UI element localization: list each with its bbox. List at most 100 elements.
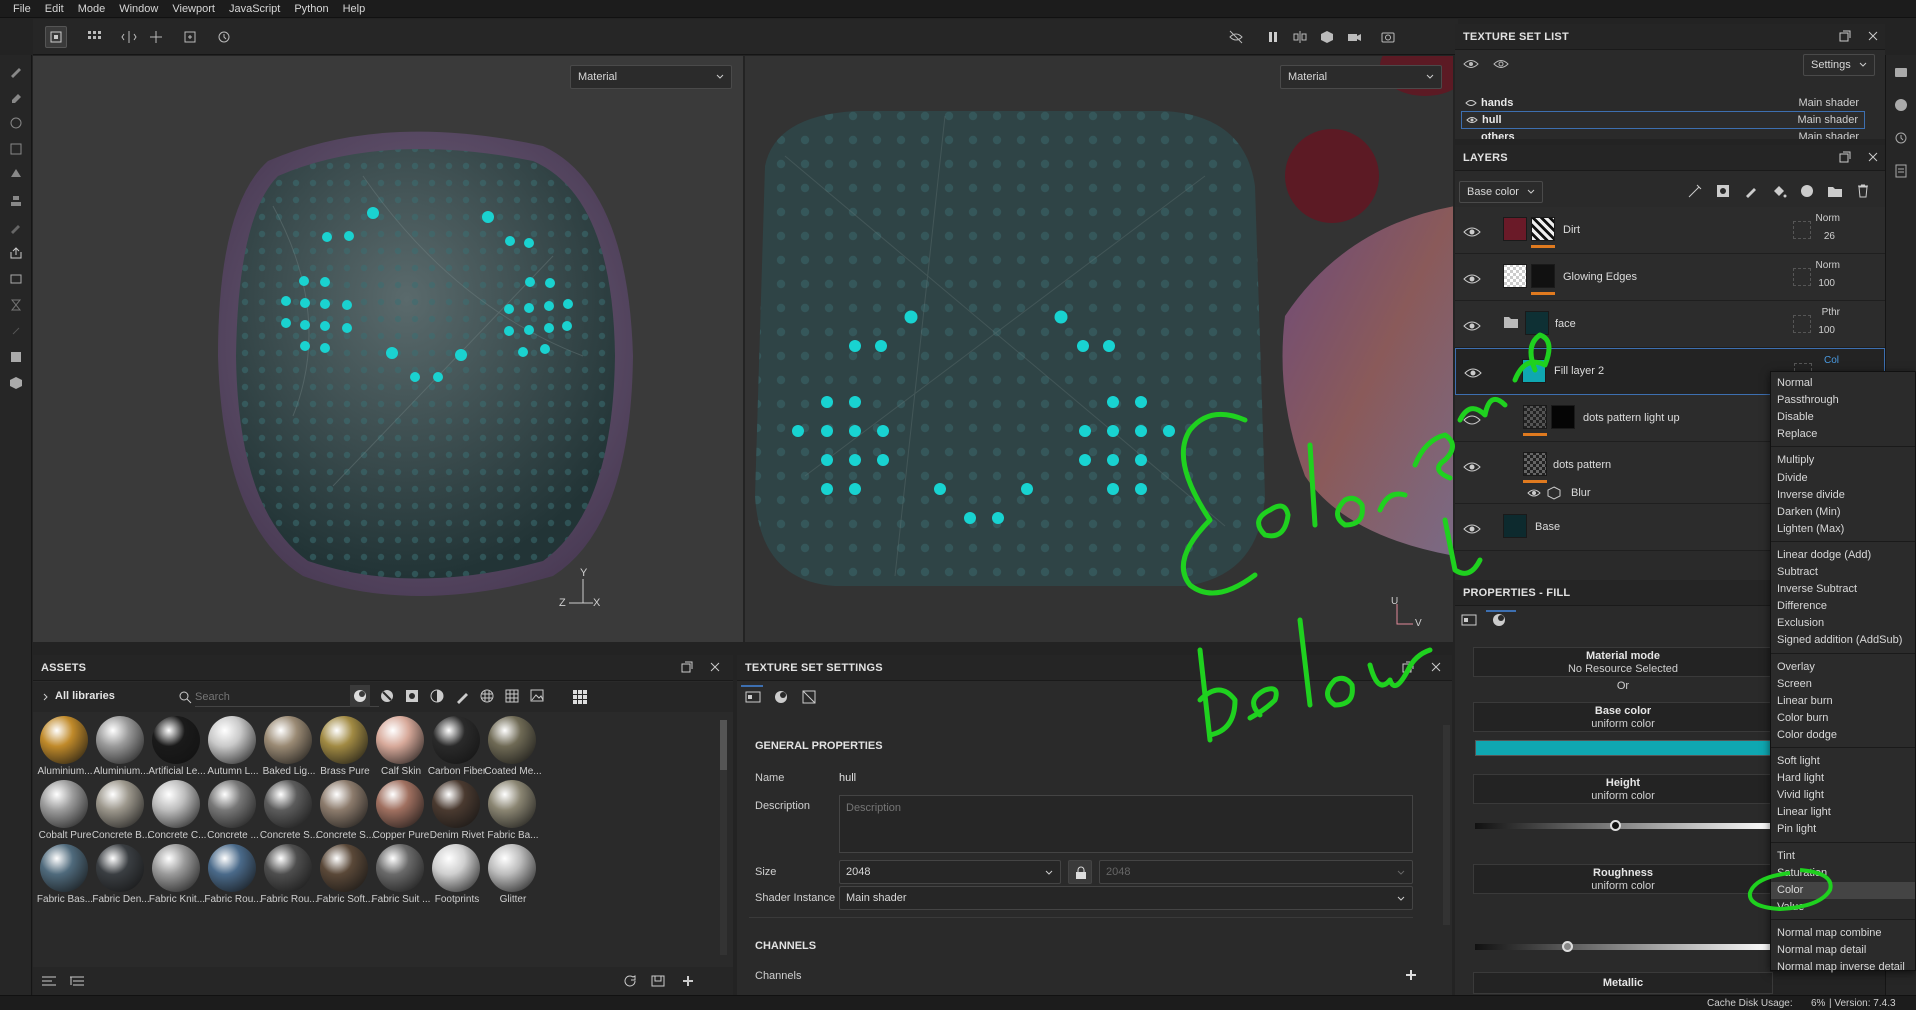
float-panel-icon[interactable] [1839,151,1851,163]
asset-item[interactable]: Denim Rivet [429,779,485,841]
shader-tab-icon[interactable] [773,689,789,705]
display-settings-icon[interactable] [6,347,26,367]
layer-blend-mode[interactable]: Norm [1816,260,1840,271]
blend-mode-option[interactable]: Linear light [1771,804,1915,821]
hourglass-icon[interactable] [6,295,26,315]
align-icon[interactable] [145,26,167,48]
history-panel-icon[interactable] [1891,128,1911,148]
pause-icon[interactable] [1262,26,1284,48]
layer-opacity[interactable]: 100 [1818,325,1835,336]
eye-icon[interactable] [1463,272,1481,286]
asset-item[interactable]: Calf Skin [373,715,429,777]
menu-file[interactable]: File [6,0,38,18]
add-effect-icon[interactable] [1687,183,1703,199]
blend-mode-option[interactable]: Screen [1771,676,1915,693]
asset-item[interactable]: Carbon Fiber [428,715,486,777]
masks-filter-icon[interactable] [404,685,420,707]
blend-mode-option[interactable]: Inverse Subtract [1771,581,1915,598]
asset-item[interactable]: Fabric Knit... [149,843,205,905]
blend-mode-option[interactable]: Linear dodge (Add) [1771,547,1915,564]
menu-edit[interactable]: Edit [38,0,71,18]
asset-item[interactable]: Autumn L... [205,715,261,777]
float-panel-icon[interactable] [1839,30,1851,42]
add-folder-icon[interactable] [1827,183,1843,199]
blend-mode-option[interactable]: Inverse divide [1771,487,1915,504]
tree-view-icon[interactable] [69,974,85,988]
asset-item[interactable]: Brass Pure [317,715,373,777]
asset-item[interactable]: Footprints [429,843,485,905]
grid-icon[interactable] [83,26,105,48]
uv-tab-icon[interactable] [801,689,817,705]
blend-mode-option[interactable]: Exclusion [1771,615,1915,632]
camera-icon[interactable] [1343,26,1365,48]
add-icon[interactable] [681,974,695,988]
hide-icon[interactable] [1225,26,1247,48]
add-channel-icon[interactable] [1405,969,1417,981]
asset-item[interactable]: Fabric Bas... [37,843,93,905]
asset-item[interactable]: Cobalt Pure [37,779,93,841]
asset-item[interactable]: Fabric Rou... [204,843,262,905]
bake-icon[interactable] [6,269,26,289]
menu-window[interactable]: Window [112,0,165,18]
size-select[interactable]: 2048 [839,860,1061,884]
blend-mode-option[interactable]: Multiply [1771,452,1915,469]
materials-filter-icon[interactable] [350,685,370,707]
close-icon[interactable] [1867,151,1879,163]
close-icon[interactable] [709,661,721,673]
asset-item[interactable]: Fabric Den... [92,843,150,905]
blend-mode-option[interactable]: Signed addition (AddSub) [1771,632,1915,649]
layer-blend-mode[interactable]: Norm [1816,213,1840,224]
blend-mode-option[interactable]: Overlay [1771,659,1915,676]
asset-item[interactable]: Fabric Ba... [485,779,541,841]
menu-python[interactable]: Python [287,0,335,18]
menu-help[interactable]: Help [336,0,373,18]
tsl-settings-dropdown[interactable]: Settings [1803,54,1875,76]
log-icon[interactable] [1891,161,1911,181]
lock-size-button[interactable] [1068,860,1092,884]
symmetry-icon[interactable] [118,26,140,48]
blend-mode-option[interactable]: Tint [1771,848,1915,865]
menu-viewport[interactable]: Viewport [165,0,222,18]
height-slider-knob[interactable] [1610,820,1622,831]
blend-mode-option[interactable]: Passthrough [1771,392,1915,409]
texture-set-row[interactable]: hull Main shader [1461,111,1865,129]
picker-icon[interactable] [6,217,26,237]
asset-item[interactable]: Aluminium... [37,715,93,777]
brushes-filter-icon[interactable] [454,685,470,707]
layer-opacity[interactable]: 26 [1824,231,1835,242]
shader-settings-icon[interactable] [6,373,26,393]
blend-mode-option[interactable]: Soft light [1771,753,1915,770]
layer-blend-mode[interactable]: Col [1824,355,1839,366]
close-icon[interactable] [1867,30,1879,42]
channel-select[interactable]: Base color [1459,181,1543,203]
grid-view-icon[interactable] [572,689,588,705]
blend-mode-option[interactable]: Lighten (Max) [1771,521,1915,538]
texture-set-row[interactable]: hands Main shader [1461,94,1865,112]
blend-mode-option[interactable]: Difference [1771,598,1915,615]
smudge-icon[interactable] [6,165,26,185]
asset-item[interactable]: Concrete S... [316,779,374,841]
import-icon[interactable] [651,974,665,988]
paint-brush-icon[interactable] [6,61,26,81]
environments-filter-icon[interactable] [529,685,545,707]
environment-icon[interactable] [1891,95,1911,115]
asset-item[interactable]: Concrete B... [92,779,150,841]
smart-materials-filter-icon[interactable] [379,685,395,707]
list-view-icon[interactable] [41,974,57,988]
roughness-slider-track[interactable] [1475,941,1773,952]
asset-item[interactable]: Artificial Le... [148,715,206,777]
add-mask-icon[interactable] [1715,183,1731,199]
description-field[interactable] [839,795,1413,853]
blend-mode-option[interactable]: Divide [1771,470,1915,487]
textures-filter-icon[interactable] [479,685,495,707]
split-view-icon[interactable] [1289,26,1311,48]
screenshot-icon[interactable] [1377,26,1399,48]
float-panel-icon[interactable] [681,661,693,673]
delete-layer-icon[interactable] [1855,183,1871,199]
viewport-3d[interactable]: Material Y Z X [33,56,743,642]
chevron-right-icon[interactable] [41,692,51,702]
alphas-filter-icon[interactable] [504,685,520,707]
blend-mode-option[interactable]: Color burn [1771,710,1915,727]
refresh-icon[interactable] [623,974,637,988]
selection-mode-icon[interactable] [45,26,67,48]
